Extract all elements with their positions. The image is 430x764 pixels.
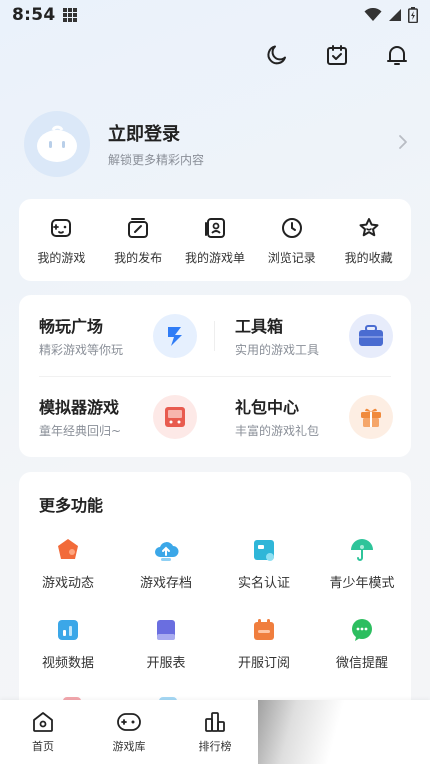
arcade-icon	[153, 395, 197, 439]
home-icon	[33, 712, 53, 732]
quick-link-history[interactable]: 浏览记录	[256, 215, 328, 266]
login-row[interactable]: 立即登录 解锁更多精彩内容	[24, 108, 414, 180]
feature-subtitle: 精彩游戏等你玩	[39, 343, 124, 357]
calendar-check-icon	[327, 45, 347, 65]
status-bar: 8:54	[0, 0, 430, 30]
wifi-icon	[364, 8, 382, 21]
more-functions-title: 更多功能	[39, 496, 104, 515]
bell-icon	[387, 46, 407, 65]
more-item-real-name[interactable]: 实名认证	[215, 536, 313, 591]
more-item-label: 游戏存档	[139, 576, 192, 591]
feature-title: 畅玩广场	[39, 317, 104, 336]
chart-icon	[54, 616, 82, 644]
avatar[interactable]	[24, 111, 90, 177]
feature-gift-center[interactable]: 礼包中心 丰富的游戏礼包	[215, 376, 411, 457]
more-functions-card: 更多功能 游戏动态 游戏存档 实名认证 青少年模式 视频数据 开服表 开服订阅 …	[19, 472, 411, 712]
quick-link-label: 浏览记录	[267, 250, 316, 265]
feature-toolbox[interactable]: 工具箱 实用的游戏工具	[215, 295, 411, 376]
more-item-game-news[interactable]: 游戏动态	[19, 536, 117, 591]
playlist-icon	[204, 217, 225, 238]
app-grid-icon	[63, 8, 79, 22]
more-item-label: 游戏动态	[41, 576, 94, 591]
clock-icon	[281, 217, 302, 238]
battery-icon	[408, 7, 418, 23]
status-icons	[364, 7, 418, 23]
feature-emulator-games[interactable]: 模拟器游戏 童年经典回归~	[19, 376, 215, 457]
dynamic-icon	[54, 536, 82, 564]
quick-link-favorites[interactable]: 我的收藏	[333, 215, 405, 266]
features-card: 畅玩广场 精彩游戏等你玩 工具箱 实用的游戏工具 模拟器游戏 童年经典回归~ 礼…	[19, 295, 411, 457]
quick-links-card: 我的游戏 我的发布 我的游戏单 浏览记录 我的收藏	[19, 199, 411, 281]
quick-link-label: 我的收藏	[344, 250, 393, 265]
feature-title: 工具箱	[235, 317, 284, 336]
podium-icon	[205, 712, 225, 732]
wechat-icon	[348, 616, 376, 644]
login-subtitle: 解锁更多精彩内容	[108, 153, 205, 167]
feature-subtitle: 实用的游戏工具	[235, 343, 320, 357]
signal-icon	[389, 9, 401, 21]
more-item-label: 青少年模式	[329, 576, 395, 591]
more-item-youth-mode[interactable]: 青少年模式	[313, 536, 411, 591]
star-icon	[359, 217, 379, 236]
tab-label: 首页	[32, 740, 54, 753]
feature-subtitle: 丰富的游戏礼包	[235, 424, 320, 438]
lightning-play-icon	[153, 314, 197, 358]
tab-label: 游戏库	[112, 740, 146, 753]
more-item-label: 开服表	[146, 656, 186, 671]
more-item-label: 开服订阅	[237, 656, 290, 671]
mascot-avatar-icon	[37, 125, 77, 162]
gamepad-icon	[117, 713, 141, 731]
quick-link-my-games[interactable]: 我的游戏	[25, 215, 97, 266]
tab-overlay	[258, 700, 430, 764]
status-time: 8:54	[12, 5, 56, 25]
more-item-label: 实名认证	[237, 576, 290, 591]
edit-icon	[128, 217, 149, 238]
cloud-upload-icon	[152, 536, 180, 564]
quick-link-label: 我的发布	[114, 250, 163, 265]
umbrella-icon	[348, 536, 376, 564]
more-item-wechat-remind[interactable]: 微信提醒	[313, 616, 411, 671]
feature-title: 模拟器游戏	[39, 398, 120, 417]
tab-rankings[interactable]: 排行榜	[172, 700, 258, 764]
chevron-right-icon	[399, 135, 407, 149]
calendar-icon	[250, 616, 278, 644]
list-icon	[152, 616, 180, 644]
quick-link-label: 我的游戏	[37, 250, 86, 265]
quick-link-label: 我的游戏单	[184, 250, 245, 265]
moon-icon	[267, 45, 286, 65]
toolbox-icon	[349, 314, 393, 358]
overlay-streak	[258, 700, 430, 764]
night-mode-button[interactable]	[264, 42, 290, 68]
id-card-icon	[250, 536, 278, 564]
more-item-label: 微信提醒	[335, 656, 388, 671]
quick-link-my-posts[interactable]: 我的发布	[102, 215, 174, 266]
feature-subtitle: 童年经典回归~	[39, 424, 122, 438]
tab-home[interactable]: 首页	[0, 700, 86, 764]
feature-title: 礼包中心	[235, 398, 300, 417]
more-item-server-list[interactable]: 开服表	[117, 616, 215, 671]
top-actions	[264, 42, 410, 68]
more-item-video-data[interactable]: 视频数据	[19, 616, 117, 671]
bottom-tab-bar: 首页 游戏库 排行榜	[0, 700, 430, 764]
feature-play-plaza[interactable]: 畅玩广场 精彩游戏等你玩	[19, 295, 215, 376]
more-item-label: 视频数据	[41, 656, 94, 671]
login-title[interactable]: 立即登录	[108, 120, 204, 146]
notification-button[interactable]	[384, 42, 410, 68]
more-item-game-saves[interactable]: 游戏存档	[117, 536, 215, 591]
gift-icon	[349, 395, 393, 439]
more-item-server-subscribe[interactable]: 开服订阅	[215, 616, 313, 671]
tab-game-library[interactable]: 游戏库	[86, 700, 172, 764]
gamepad-face-icon	[51, 218, 72, 237]
tab-label: 排行榜	[198, 740, 232, 753]
checkin-button[interactable]	[324, 42, 350, 68]
quick-link-my-playlists[interactable]: 我的游戏单	[179, 215, 251, 266]
